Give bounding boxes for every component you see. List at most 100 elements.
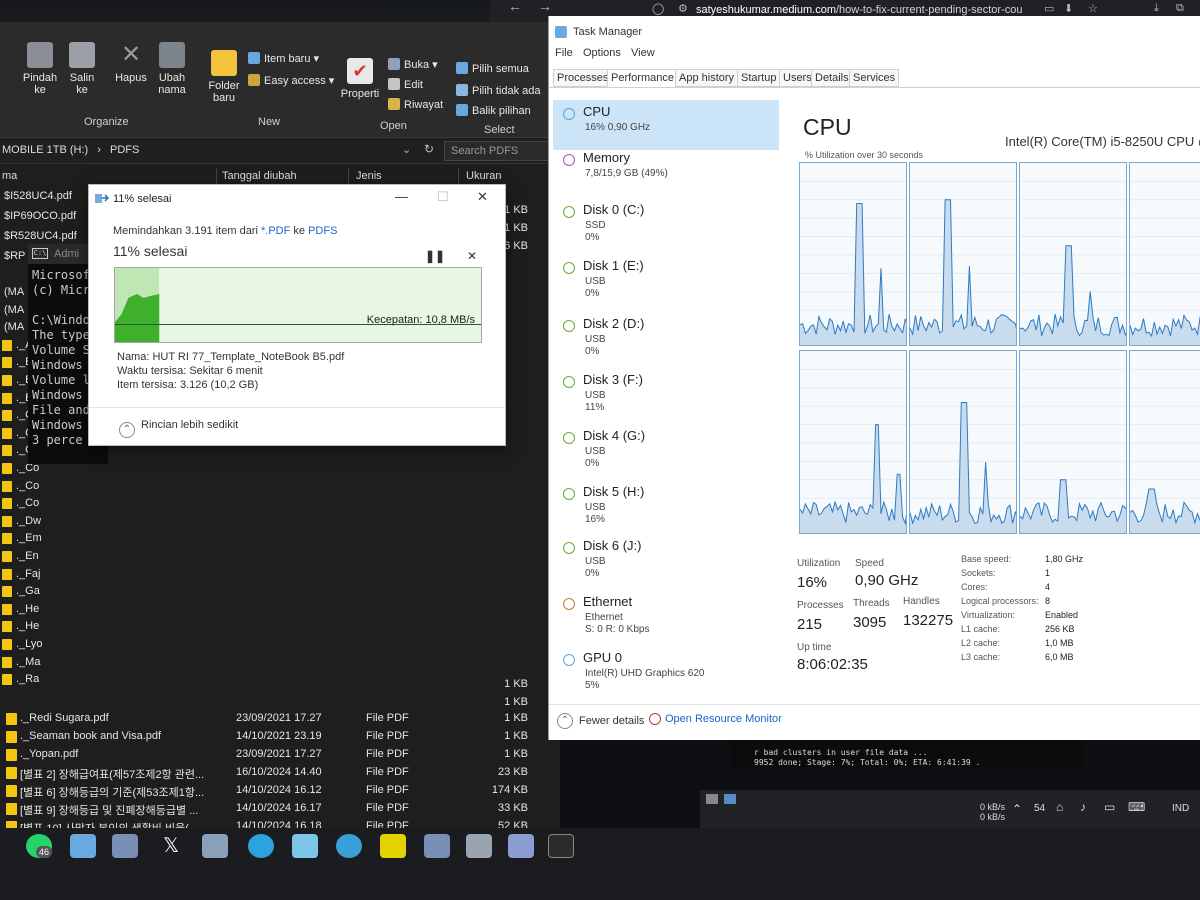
close-button[interactable]: ✕ [477, 189, 488, 205]
menu-view[interactable]: View [631, 47, 655, 59]
copy-to-button[interactable]: Salin ke [64, 42, 100, 96]
keyboard-icon[interactable]: ⌨ [1128, 800, 1145, 814]
invert-selection-button[interactable]: Balik pilihan [456, 104, 531, 117]
notes-icon[interactable] [70, 834, 96, 858]
refresh-icon[interactable]: ↻ [424, 142, 434, 156]
pc-icon[interactable] [112, 834, 138, 858]
tab-details[interactable]: Details [811, 69, 853, 87]
list-item[interactable]: ._Lyo [0, 636, 90, 654]
list-item[interactable]: ._Ra [0, 671, 90, 689]
menu-file[interactable]: File [555, 47, 573, 59]
sidebar-item-ethernet[interactable]: Ethernet Ethernet S: 0 R: 0 Kbps [553, 590, 779, 640]
column-header-date[interactable]: Tanggal diubah [222, 170, 297, 182]
table-row[interactable]: ._Yopan.pdf 23/09/2021 17.27 File PDF 1 KB [0, 746, 560, 764]
list-item[interactable]: ._En [0, 548, 90, 566]
tab-startup[interactable]: Startup [737, 69, 781, 87]
table-row[interactable]: [별표 2] 장해급여표(제57조제2항 관련... 16/10/2024 14.… [0, 764, 560, 782]
downloads-icon[interactable]: ⤓ [1154, 2, 1159, 15]
table-row[interactable]: ._Seaman book and Visa.pdf 14/10/2021 23.… [0, 728, 560, 746]
history-button[interactable]: Riwayat [388, 98, 443, 111]
save-page-icon[interactable]: ⬇ [1064, 2, 1073, 15]
easy-access-button[interactable]: Easy access ▾ [248, 74, 334, 87]
sidebar-item-disk-3-f[interactable]: Disk 3 (F:) USB 11% [553, 368, 779, 418]
new-item-button[interactable]: Item baru ▾ [248, 52, 319, 65]
sidebar-item-cpu[interactable]: CPU 16% 0,90 GHz [553, 100, 779, 150]
list-item[interactable]: ._He [0, 618, 90, 636]
move-to-button[interactable]: Pindah ke [18, 42, 62, 96]
open-button[interactable]: Buka ▾ [388, 58, 438, 71]
settings-app-icon[interactable] [508, 834, 534, 858]
forward-icon[interactable]: → [538, 0, 552, 14]
new-folder-button[interactable]: Folder baru [204, 50, 244, 104]
table-row[interactable]: ._Redi Sugara.pdf 23/09/2021 17.27 File PD… [0, 710, 560, 728]
address-bar[interactable]: satyeshukumar.medium.com/how-to-fix-curr… [696, 4, 1022, 16]
destination-link[interactable]: PDFS [308, 225, 337, 237]
drive-icon[interactable] [424, 834, 450, 858]
list-item[interactable]: ._Co [0, 478, 90, 496]
select-all-button[interactable]: Pilih semua [456, 62, 529, 75]
list-item[interactable]: ._Faj [0, 566, 90, 584]
language-indicator[interactable]: IND [1172, 803, 1189, 814]
shield-icon[interactable]: ◯ [652, 2, 664, 15]
properties-button[interactable]: ✔ Properti [340, 58, 380, 100]
sidebar-item-disk-4-g[interactable]: Disk 4 (G:) USB 0% [553, 424, 779, 474]
volume-icon[interactable]: ♪ [1080, 800, 1086, 814]
source-link[interactable]: *.PDF [261, 225, 290, 237]
terminal-icon[interactable] [548, 834, 574, 858]
list-item[interactable]: $I528UC4.pdf [0, 188, 90, 206]
select-none-button[interactable]: Pilih tidak ada [456, 84, 541, 97]
sidebar-item-gpu-0[interactable]: GPU 0 Intel(R) UHD Graphics 620 5% [553, 646, 779, 696]
bookmark-icon[interactable]: ☆ [1088, 2, 1098, 15]
tab-app-history[interactable]: App history [675, 69, 739, 87]
chevron-up-icon[interactable]: ⌃ [1012, 802, 1022, 816]
tab-processes[interactable]: Processes [553, 69, 613, 87]
sidebar-item-disk-6-j[interactable]: Disk 6 (J:) USB 0% [553, 534, 779, 584]
x-app-icon[interactable]: 𝕏 [158, 834, 184, 858]
breadcrumb[interactable]: MOBILE 1TB (H:) › PDFS [2, 144, 139, 156]
search-input[interactable]: Search PDFS [444, 141, 556, 161]
list-item[interactable]: ._Dw [0, 513, 90, 531]
tray-icon[interactable] [706, 794, 718, 804]
breadcrumb-folder[interactable]: PDFS [110, 144, 139, 156]
fewer-details-button[interactable]: ⌃ Rincian lebih sedikit [119, 419, 238, 438]
battery-icon[interactable]: ▭ [1104, 800, 1115, 814]
column-header-name[interactable]: ma [2, 170, 17, 182]
sidebar-item-disk-0-c[interactable]: Disk 0 (C:) SSD 0% [553, 198, 779, 248]
list-item[interactable]: ._Ma [0, 654, 90, 672]
network-tool-icon[interactable] [202, 834, 228, 858]
list-item[interactable]: ._Em [0, 530, 90, 548]
fewer-details-link[interactable]: Fewer details [579, 715, 644, 727]
rename-button[interactable]: Ubah nama [150, 42, 194, 96]
chevron-down-icon[interactable]: ⌄ [402, 143, 411, 156]
tab-performance[interactable]: Performance [607, 69, 678, 87]
column-header-size[interactable]: Ukuran [466, 170, 501, 182]
site-info-icon[interactable]: ⚙ [678, 2, 688, 15]
resource-monitor-link[interactable]: Open Resource Monitor [665, 713, 782, 725]
column-header-type[interactable]: Jenis [356, 170, 382, 182]
minimize-button[interactable]: — [395, 189, 408, 204]
sidebar-item-disk-5-h[interactable]: Disk 5 (H:) USB 16% [553, 480, 779, 530]
sidebar-item-disk-2-d[interactable]: Disk 2 (D:) USB 0% [553, 312, 779, 362]
edit-button[interactable]: Edit [388, 78, 423, 91]
edge-icon[interactable] [336, 834, 362, 858]
telegram-icon[interactable] [248, 834, 274, 858]
pause-button[interactable]: ❚❚ [425, 249, 445, 263]
delete-button[interactable]: ✕ Hapus [110, 42, 152, 85]
breadcrumb-drive[interactable]: MOBILE 1TB (H:) [2, 144, 88, 156]
app-icon[interactable] [292, 834, 318, 858]
extensions-icon[interactable]: ⧉ [1176, 2, 1184, 15]
sidebar-item-disk-1-e[interactable]: Disk 1 (E:) USB 0% [553, 254, 779, 304]
sidebar-item-memory[interactable]: Memory 7,8/15,9 GB (49%) [553, 146, 779, 196]
table-row[interactable]: [별표 6] 장해등급의 기준(제53조제1항... 14/10/2024 16.… [0, 782, 560, 800]
chevron-up-icon[interactable]: ⌃ [557, 713, 573, 729]
list-item[interactable]: ._Ga [0, 583, 90, 601]
reader-icon[interactable]: ▭ [1044, 2, 1054, 15]
cancel-button[interactable]: ✕ [467, 249, 477, 263]
network-icon[interactable]: ⌂ [1056, 800, 1063, 814]
tab-services[interactable]: Services [849, 69, 900, 87]
winrar-icon[interactable] [380, 834, 406, 858]
device-icon[interactable] [466, 834, 492, 858]
list-item[interactable]: ._Co [0, 495, 90, 513]
list-item[interactable]: $IP69OCO.pdf [0, 208, 90, 226]
back-icon[interactable]: ← [508, 0, 522, 14]
